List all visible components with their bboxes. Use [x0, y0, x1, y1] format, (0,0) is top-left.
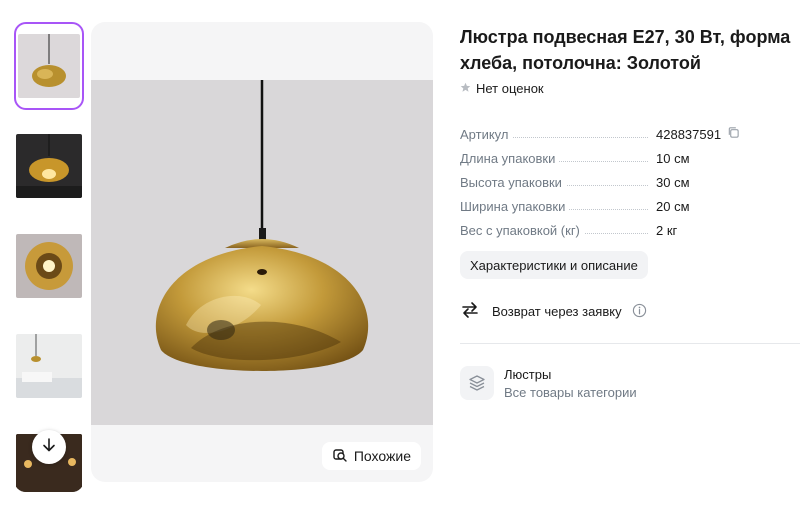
- category-link[interactable]: Люстры Все товары категории: [460, 366, 637, 400]
- category-all-link[interactable]: Все товары категории: [504, 385, 637, 400]
- info-icon[interactable]: [632, 303, 647, 321]
- article-number: 428837591: [656, 126, 722, 142]
- main-product-image[interactable]: [91, 80, 433, 425]
- thumbnail-image: [18, 34, 80, 98]
- product-rating[interactable]: Нет оценок: [460, 81, 544, 96]
- layers-icon: [460, 366, 494, 400]
- thumbnail-2[interactable]: [14, 122, 84, 210]
- return-policy-label: Возврат через заявку: [492, 304, 622, 319]
- divider: [460, 343, 800, 344]
- spec-key: Ширина упаковки: [460, 198, 570, 214]
- scroll-down-button[interactable]: [32, 430, 66, 464]
- spec-row-article: Артикул 428837591: [460, 122, 760, 146]
- spec-row-weight: Вес с упаковкой (кг) 2 кг: [460, 218, 760, 242]
- specs-list: Артикул 428837591 Длина упаковки 10 см В…: [460, 122, 760, 242]
- spec-key: Артикул: [460, 126, 513, 142]
- category-name: Люстры: [504, 366, 552, 382]
- spec-key: Высота упаковки: [460, 174, 566, 190]
- spec-row-length: Длина упаковки 10 см: [460, 146, 760, 170]
- spec-value: 10 см: [656, 150, 690, 166]
- spec-value: 20 см: [656, 198, 690, 214]
- similar-button-label: Похожие: [353, 448, 411, 464]
- spec-value: 2 кг: [656, 222, 678, 238]
- thumbnail-image: [16, 134, 82, 198]
- copy-icon[interactable]: [727, 126, 740, 142]
- category-text: Люстры Все товары категории: [504, 367, 637, 400]
- thumbnail-4[interactable]: [14, 322, 84, 410]
- similar-button[interactable]: Похожие: [321, 442, 421, 470]
- return-policy[interactable]: Возврат через заявку: [460, 300, 647, 323]
- star-icon: [460, 81, 471, 96]
- main-image-card: Похожие: [91, 22, 433, 482]
- thumbnail-image: [16, 234, 82, 298]
- spec-row-height: Высота упаковки 30 см: [460, 170, 760, 194]
- spec-value: 428837591: [656, 126, 740, 142]
- thumbnail-3[interactable]: [14, 222, 84, 310]
- spec-key: Длина упаковки: [460, 150, 560, 166]
- arrow-down-icon: [41, 437, 57, 458]
- spec-value: 30 см: [656, 174, 690, 190]
- product-title: Люстра подвесная E27, 30 Вт, форма хлеба…: [460, 27, 791, 73]
- thumbnail-1[interactable]: [14, 22, 84, 110]
- swap-arrows-icon: [460, 300, 480, 323]
- similar-search-icon: [332, 447, 348, 466]
- characteristics-button[interactable]: Характеристики и описание: [460, 251, 648, 279]
- spec-key: Вес с упаковкой (кг): [460, 222, 584, 238]
- spec-row-width: Ширина упаковки 20 см: [460, 194, 760, 218]
- thumbnail-image: [16, 334, 82, 398]
- rating-text: Нет оценок: [476, 81, 544, 96]
